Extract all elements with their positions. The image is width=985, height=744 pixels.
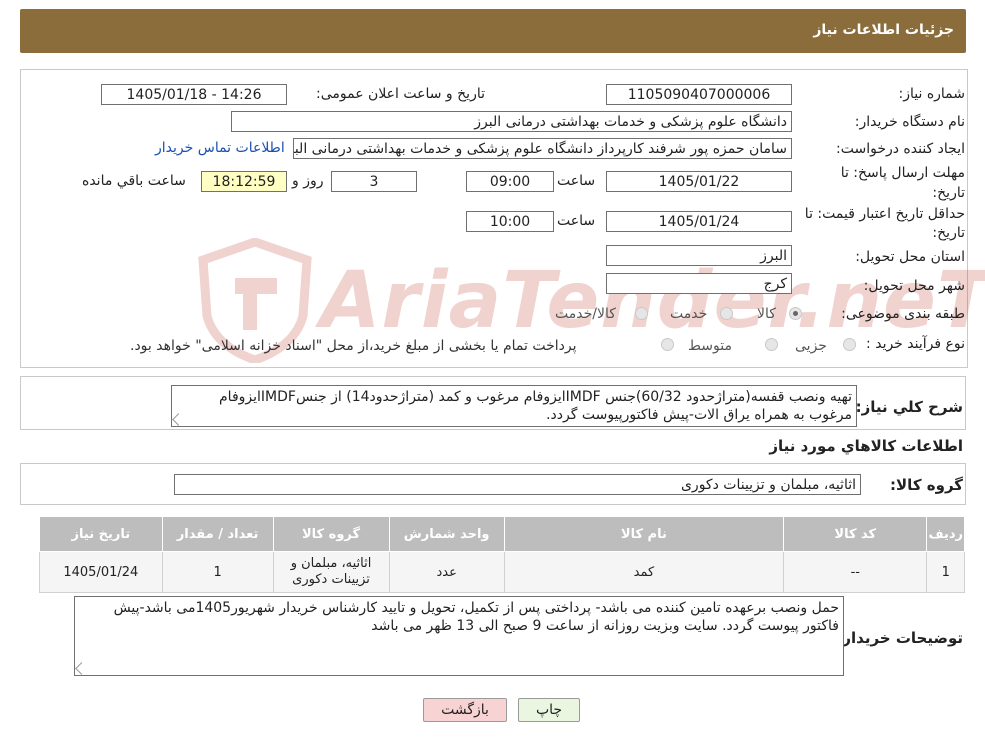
buyer-contact-link[interactable]: اطلاعات تماس خریدار [155,140,285,156]
cell-unit: عدد [388,551,505,593]
process-note: پرداخت تمام یا بخشی از مبلغ خرید،از محل … [130,338,577,354]
page-title: جزئیات اطلاعات نیاز [813,22,954,38]
col-row-number: رديف [926,516,965,552]
deadline-label-date: تاریخ: [932,185,965,201]
col-goods-name: نام کالا [503,516,785,552]
process-note-checkbox[interactable] [661,338,674,351]
print-button[interactable]: چاپ [518,698,580,722]
cell-goods-name: کمد [503,551,785,593]
col-goods-group: گروه کالا [272,516,390,552]
col-unit: واحد شمارش [388,516,505,552]
cell-goods-group: اثاثیه، مبلمان و تزیینات دکوری [272,551,390,593]
validity-date-field: 1405/01/24 [606,211,792,232]
buyer-org-label: نام دستگاه خریدار: [854,114,965,130]
goods-group-field: اثاثیه، مبلمان و تزیینات دکوری [174,474,861,495]
description-text: تهیه ونصب قفسه(متراژحدود 60/32)جنس IMDFا… [219,389,852,423]
cell-row-number: 1 [926,551,965,593]
city-field: کرج [606,273,792,294]
province-field: البرز [606,245,792,266]
creator-field: سامان حمزه پور شرفند کارپرداز دانشگاه عل… [293,138,792,159]
items-table: رديف کد کالا نام کالا واحد شمارش گروه کا… [39,516,965,593]
process-radio-medium[interactable] [765,338,778,351]
col-need-date: تاریخ نیاز [39,516,163,552]
category-radio-goods[interactable] [789,307,802,320]
announce-date-field: 1405/01/18 - 14:26 [101,84,287,105]
remaining-time-field: 18:12:59 [201,171,287,192]
city-label: شهر محل تحویل: [863,278,965,294]
page-header: جزئیات اطلاعات نیاز [20,9,966,53]
process-option-medium: متوسط [688,338,732,354]
category-option-goods-service: کالا/خدمت [555,306,616,322]
col-goods-code: کد کالا [783,516,928,552]
validity-time-label: ساعت [557,213,596,229]
buyer-notes-text: حمل ونصب برعهده تامین کننده می باشد- پرد… [113,600,839,634]
need-number-label: شماره نیاز: [898,86,966,102]
goods-group-label: گروه کالا: [890,476,963,494]
deadline-label: مهلت ارسال پاسخ: تا [840,165,965,181]
resize-handle-icon[interactable] [172,413,185,426]
province-label: استان محل تحویل: [855,249,965,265]
category-label: طبقه بندی موضوعی: [841,306,965,322]
resize-handle-icon[interactable] [75,662,88,675]
table-header-row: رديف کد کالا نام کالا واحد شمارش گروه کا… [39,516,965,552]
deadline-time-field: 09:00 [466,171,554,192]
buyer-notes-label: توضیحات خریدار: [836,629,963,647]
cell-need-date: 1405/01/24 [39,551,163,593]
announce-label: تاریخ و ساعت اعلان عمومی: [316,86,485,102]
validity-label-date: تاریخ: [932,225,965,241]
category-option-goods: کالا [757,306,776,322]
watermark-text: AriaTender.neT [320,256,985,346]
validity-time-field: 10:00 [466,211,554,232]
need-number-field: 1105090407000006 [606,84,792,105]
col-quantity: تعداد / مقدار [161,516,274,552]
table-row: 1 -- کمد عدد اثاثیه، مبلمان و تزیینات دک… [39,551,965,593]
process-label: نوع فرآیند خرید : [866,336,965,352]
description-textarea[interactable]: تهیه ونصب قفسه(متراژحدود 60/32)جنس IMDFا… [171,385,857,427]
process-option-minor: جزیی [795,338,827,354]
description-label: شرح کلي نياز: [855,398,963,416]
deadline-time-label: ساعت [557,173,596,189]
remaining-label: ساعت باقي مانده [82,173,186,189]
buyer-notes-textarea[interactable]: حمل ونصب برعهده تامین کننده می باشد- پرد… [74,596,844,676]
process-radio-minor[interactable] [843,338,856,351]
goods-info-title: اطلاعات کالاهاي مورد نياز [769,437,963,455]
cell-quantity: 1 [161,551,274,593]
buyer-org-field: دانشگاه علوم پزشکی و خدمات بهداشتی درمان… [231,111,792,132]
deadline-date-field: 1405/01/22 [606,171,792,192]
category-radio-service[interactable] [720,307,733,320]
validity-label: حداقل تاریخ اعتبار قیمت: تا [804,206,965,222]
category-radio-goods-service[interactable] [635,307,648,320]
creator-label: ایجاد کننده درخواست: [836,141,965,157]
category-option-service: خدمت [670,306,708,322]
days-label: روز و [292,173,324,189]
back-button[interactable]: بازگشت [423,698,507,722]
cell-goods-code: -- [783,551,928,593]
days-field: 3 [331,171,417,192]
